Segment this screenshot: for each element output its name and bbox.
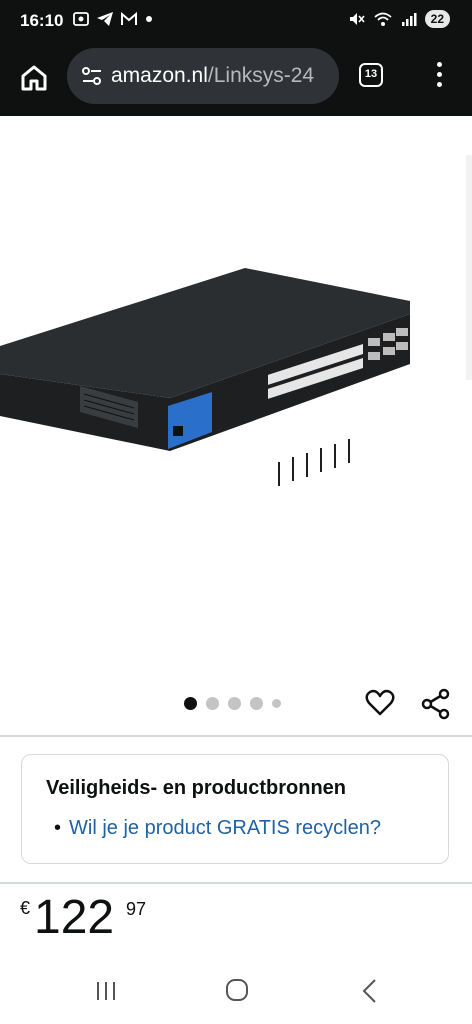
back-icon[interactable] — [360, 978, 378, 1004]
dot-icon — [146, 16, 152, 22]
address-bar[interactable]: amazon.nl/Linksys-24 — [67, 48, 339, 104]
url-domain: amazon.nl — [111, 64, 208, 87]
url-text: amazon.nl/Linksys-24 — [111, 64, 314, 88]
price-whole: 122 — [34, 891, 115, 944]
site-settings-icon[interactable] — [81, 64, 103, 88]
signal-icon — [401, 13, 417, 26]
gmail-icon — [121, 11, 137, 25]
bullet-icon: • — [54, 817, 62, 839]
system-navigation-bar — [0, 960, 472, 1024]
browser-toolbar: amazon.nl/Linksys-24 13 — [0, 42, 472, 116]
status-notification-icons — [72, 10, 154, 28]
pagination-dot[interactable] — [184, 697, 197, 710]
home-icon[interactable] — [225, 978, 249, 1002]
battery-indicator: 22 — [424, 10, 450, 28]
section-divider — [0, 735, 472, 737]
network-switch-image — [0, 268, 410, 486]
mute-icon — [349, 13, 365, 25]
telegram-icon — [97, 12, 113, 26]
pagination-dot[interactable] — [272, 699, 281, 708]
wishlist-heart-icon[interactable] — [365, 688, 395, 718]
status-time: 16:10 — [20, 11, 64, 30]
url-path: /Linksys-24 — [207, 64, 315, 87]
safety-title: Veiligheids- en productbronnen — [46, 777, 347, 799]
section-divider — [0, 882, 472, 884]
home-button[interactable] — [18, 62, 50, 94]
image-pagination[interactable] — [184, 697, 281, 710]
status-bar: 16:10 22 — [0, 0, 472, 42]
price-fraction: 97 — [126, 899, 147, 919]
safety-resources-card: Veiligheids- en productbronnen • Wil je j… — [21, 754, 449, 864]
recycle-link[interactable]: Wil je je product GRATIS recyclen? — [69, 817, 381, 839]
recycle-link-row[interactable]: • Wil je je product GRATIS recyclen? — [54, 817, 381, 840]
pagination-dot[interactable] — [250, 697, 263, 710]
share-icon[interactable] — [420, 688, 452, 720]
tab-switcher-button[interactable]: 13 — [359, 63, 383, 87]
screenshot-icon — [73, 12, 89, 26]
status-system-icons: 22 — [347, 10, 450, 28]
product-image-gallery[interactable] — [0, 116, 472, 676]
pagination-dot[interactable] — [228, 697, 241, 710]
recent-apps-icon[interactable] — [94, 980, 118, 1002]
pagination-dot[interactable] — [206, 697, 219, 710]
price-currency: € — [20, 898, 31, 918]
more-options-icon[interactable] — [432, 62, 446, 90]
wifi-icon — [374, 12, 392, 26]
next-image-peek — [466, 155, 472, 380]
